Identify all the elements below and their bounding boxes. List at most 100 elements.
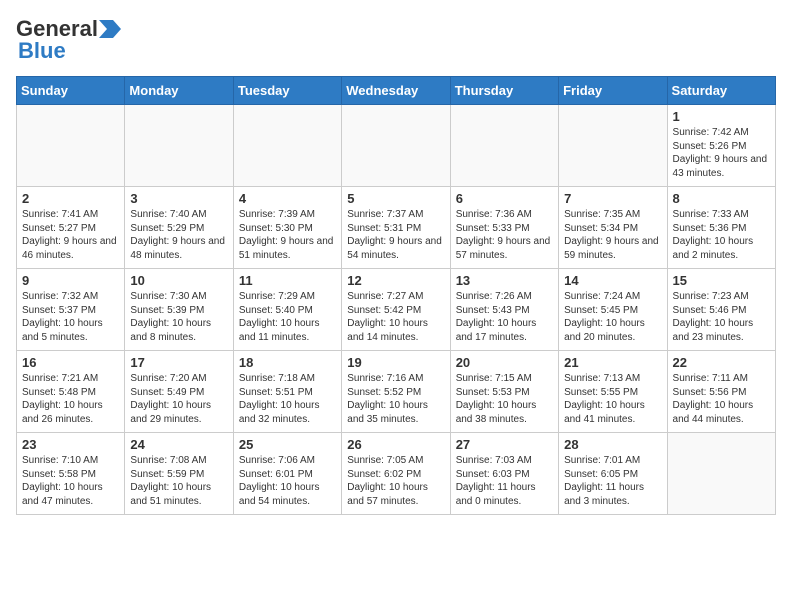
- day-cell: 22 Sunrise: 7:11 AM Sunset: 5:56 PM Dayli…: [667, 351, 775, 433]
- day-number: 18: [239, 355, 336, 370]
- day-info: Sunrise: 7:37 AM Sunset: 5:31 PM Dayligh…: [347, 208, 444, 262]
- day-info: Sunrise: 7:33 AM Sunset: 5:36 PM Dayligh…: [673, 208, 770, 262]
- day-cell: 8 Sunrise: 7:33 AM Sunset: 5:36 PM Daylig…: [667, 187, 775, 269]
- day-info: Sunrise: 7:01 AM Sunset: 6:05 PM Dayligh…: [564, 454, 661, 508]
- day-info: Sunrise: 7:11 AM Sunset: 5:56 PM Dayligh…: [673, 372, 770, 426]
- day-info: Sunrise: 7:13 AM Sunset: 5:55 PM Dayligh…: [564, 372, 661, 426]
- day-cell: 19 Sunrise: 7:16 AM Sunset: 5:52 PM Dayli…: [342, 351, 450, 433]
- day-cell: 13 Sunrise: 7:26 AM Sunset: 5:43 PM Dayli…: [450, 269, 558, 351]
- day-cell: 3Sunrise: 7:40 AM Sunset: 5:29 PM Daylig…: [125, 187, 233, 269]
- logo-blue-text: Blue: [16, 38, 66, 64]
- day-cell: 4 Sunrise: 7:39 AM Sunset: 5:30 PM Daylig…: [233, 187, 341, 269]
- day-number: 5: [347, 191, 444, 206]
- logo-flag-icon: [99, 20, 121, 38]
- day-number: 7: [564, 191, 661, 206]
- day-cell: 26 Sunrise: 7:05 AM Sunset: 6:02 PM Dayli…: [342, 433, 450, 515]
- weekday-header-monday: Monday: [125, 77, 233, 105]
- day-number: 15: [673, 273, 770, 288]
- day-info: Sunrise: 7:08 AM Sunset: 5:59 PM Dayligh…: [130, 454, 227, 508]
- day-info: Sunrise: 7:23 AM Sunset: 5:46 PM Dayligh…: [673, 290, 770, 344]
- day-cell: 5 Sunrise: 7:37 AM Sunset: 5:31 PM Daylig…: [342, 187, 450, 269]
- day-info: Sunrise: 7:18 AM Sunset: 5:51 PM Dayligh…: [239, 372, 336, 426]
- day-number: 10: [130, 273, 227, 288]
- day-number: 4: [239, 191, 336, 206]
- day-cell: 25 Sunrise: 7:06 AM Sunset: 6:01 PM Dayli…: [233, 433, 341, 515]
- day-cell: 1 Sunrise: 7:42 AM Sunset: 5:26 PM Daylig…: [667, 105, 775, 187]
- day-number: 2: [22, 191, 119, 206]
- day-cell: 17 Sunrise: 7:20 AM Sunset: 5:49 PM Dayli…: [125, 351, 233, 433]
- week-row-3: 9 Sunrise: 7:32 AM Sunset: 5:37 PM Daylig…: [17, 269, 776, 351]
- day-cell: [233, 105, 341, 187]
- weekday-header-tuesday: Tuesday: [233, 77, 341, 105]
- day-cell: 14Sunrise: 7:24 AM Sunset: 5:45 PM Dayli…: [559, 269, 667, 351]
- day-number: 22: [673, 355, 770, 370]
- day-info: Sunrise: 7:10 AM Sunset: 5:58 PM Dayligh…: [22, 454, 119, 508]
- day-number: 1: [673, 109, 770, 124]
- day-cell: 6 Sunrise: 7:36 AM Sunset: 5:33 PM Daylig…: [450, 187, 558, 269]
- day-cell: 18 Sunrise: 7:18 AM Sunset: 5:51 PM Dayli…: [233, 351, 341, 433]
- day-number: 27: [456, 437, 553, 452]
- day-number: 13: [456, 273, 553, 288]
- day-cell: [450, 105, 558, 187]
- day-info: Sunrise: 7:36 AM Sunset: 5:33 PM Dayligh…: [456, 208, 553, 262]
- day-info: Sunrise: 7:16 AM Sunset: 5:52 PM Dayligh…: [347, 372, 444, 426]
- day-info: Sunrise: 7:05 AM Sunset: 6:02 PM Dayligh…: [347, 454, 444, 508]
- week-row-1: 1 Sunrise: 7:42 AM Sunset: 5:26 PM Daylig…: [17, 105, 776, 187]
- day-number: 8: [673, 191, 770, 206]
- day-number: 3: [130, 191, 227, 206]
- day-number: 21: [564, 355, 661, 370]
- day-cell: 15 Sunrise: 7:23 AM Sunset: 5:46 PM Dayli…: [667, 269, 775, 351]
- day-cell: [17, 105, 125, 187]
- day-cell: 12 Sunrise: 7:27 AM Sunset: 5:42 PM Dayli…: [342, 269, 450, 351]
- day-info: Sunrise: 7:42 AM Sunset: 5:26 PM Dayligh…: [673, 126, 770, 180]
- week-row-5: 23 Sunrise: 7:10 AM Sunset: 5:58 PM Dayli…: [17, 433, 776, 515]
- week-row-2: 2 Sunrise: 7:41 AM Sunset: 5:27 PM Daylig…: [17, 187, 776, 269]
- day-number: 20: [456, 355, 553, 370]
- day-number: 12: [347, 273, 444, 288]
- day-number: 23: [22, 437, 119, 452]
- weekday-header-saturday: Saturday: [667, 77, 775, 105]
- day-number: 16: [22, 355, 119, 370]
- day-number: 17: [130, 355, 227, 370]
- day-info: Sunrise: 7:06 AM Sunset: 6:01 PM Dayligh…: [239, 454, 336, 508]
- page-header: General Blue: [16, 16, 776, 64]
- day-number: 28: [564, 437, 661, 452]
- day-info: Sunrise: 7:20 AM Sunset: 5:49 PM Dayligh…: [130, 372, 227, 426]
- day-cell: 16 Sunrise: 7:21 AM Sunset: 5:48 PM Dayli…: [17, 351, 125, 433]
- day-cell: [125, 105, 233, 187]
- day-info: Sunrise: 7:30 AM Sunset: 5:39 PM Dayligh…: [130, 290, 227, 344]
- weekday-header-friday: Friday: [559, 77, 667, 105]
- day-info: Sunrise: 7:24 AM Sunset: 5:45 PM Dayligh…: [564, 290, 661, 344]
- day-cell: [667, 433, 775, 515]
- day-number: 6: [456, 191, 553, 206]
- weekday-header-row: SundayMondayTuesdayWednesdayThursdayFrid…: [17, 77, 776, 105]
- day-cell: 24Sunrise: 7:08 AM Sunset: 5:59 PM Dayli…: [125, 433, 233, 515]
- weekday-header-thursday: Thursday: [450, 77, 558, 105]
- day-cell: 9 Sunrise: 7:32 AM Sunset: 5:37 PM Daylig…: [17, 269, 125, 351]
- day-info: Sunrise: 7:29 AM Sunset: 5:40 PM Dayligh…: [239, 290, 336, 344]
- day-info: Sunrise: 7:27 AM Sunset: 5:42 PM Dayligh…: [347, 290, 444, 344]
- day-cell: 11 Sunrise: 7:29 AM Sunset: 5:40 PM Dayli…: [233, 269, 341, 351]
- day-cell: 10 Sunrise: 7:30 AM Sunset: 5:39 PM Dayli…: [125, 269, 233, 351]
- day-info: Sunrise: 7:15 AM Sunset: 5:53 PM Dayligh…: [456, 372, 553, 426]
- day-cell: 2 Sunrise: 7:41 AM Sunset: 5:27 PM Daylig…: [17, 187, 125, 269]
- day-number: 11: [239, 273, 336, 288]
- day-cell: 27Sunrise: 7:03 AM Sunset: 6:03 PM Dayli…: [450, 433, 558, 515]
- day-number: 25: [239, 437, 336, 452]
- day-number: 26: [347, 437, 444, 452]
- day-cell: 21 Sunrise: 7:13 AM Sunset: 5:55 PM Dayli…: [559, 351, 667, 433]
- day-info: Sunrise: 7:39 AM Sunset: 5:30 PM Dayligh…: [239, 208, 336, 262]
- day-cell: 23 Sunrise: 7:10 AM Sunset: 5:58 PM Dayli…: [17, 433, 125, 515]
- weekday-header-sunday: Sunday: [17, 77, 125, 105]
- day-cell: [559, 105, 667, 187]
- week-row-4: 16 Sunrise: 7:21 AM Sunset: 5:48 PM Dayli…: [17, 351, 776, 433]
- day-info: Sunrise: 7:41 AM Sunset: 5:27 PM Dayligh…: [22, 208, 119, 262]
- day-info: Sunrise: 7:21 AM Sunset: 5:48 PM Dayligh…: [22, 372, 119, 426]
- logo: General Blue: [16, 16, 121, 64]
- weekday-header-wednesday: Wednesday: [342, 77, 450, 105]
- day-number: 9: [22, 273, 119, 288]
- day-info: Sunrise: 7:26 AM Sunset: 5:43 PM Dayligh…: [456, 290, 553, 344]
- day-number: 19: [347, 355, 444, 370]
- day-info: Sunrise: 7:32 AM Sunset: 5:37 PM Dayligh…: [22, 290, 119, 344]
- day-cell: 7Sunrise: 7:35 AM Sunset: 5:34 PM Daylig…: [559, 187, 667, 269]
